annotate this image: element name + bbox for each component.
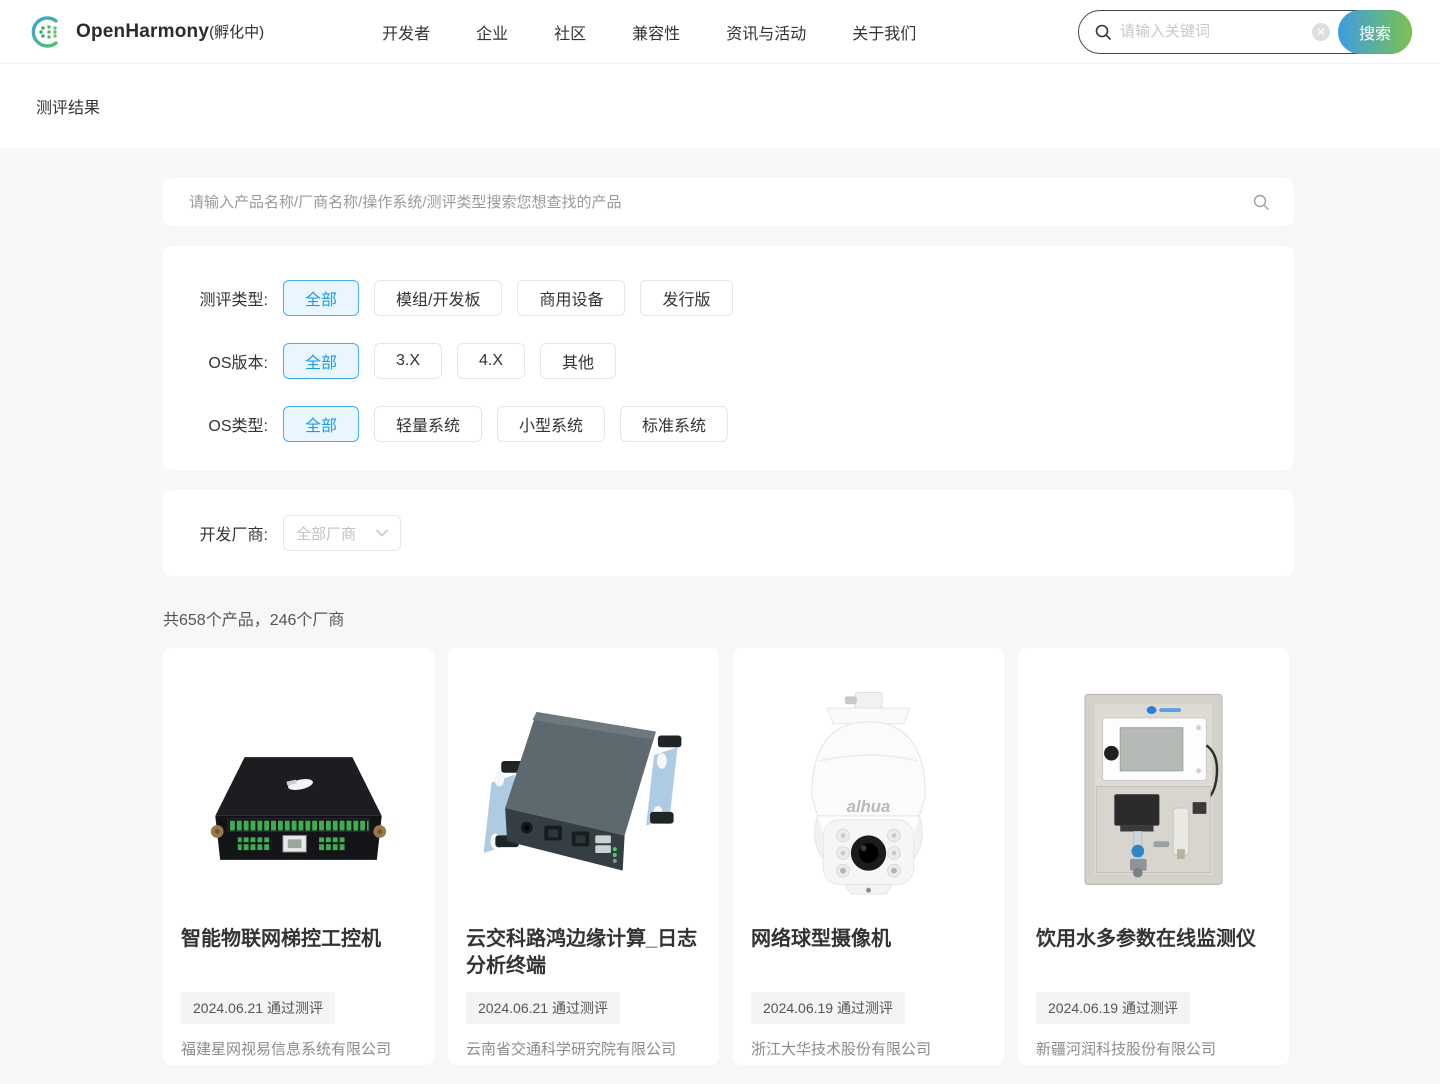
main-nav: 开发者 企业 社区 兼容性 资讯与活动 关于我们 [382,20,916,44]
filter-label: 测评类型: [163,286,268,310]
product-vendor: 浙江大华技术股份有限公司 [751,1038,986,1059]
search-icon [1094,23,1112,41]
product-vendor: 福建星网视易信息系统有限公司 [181,1038,416,1059]
product-image-edge-terminal [448,648,719,920]
vendor-dropdown[interactable]: 全部厂商 [283,515,401,551]
product-vendor: 新疆河润科技股份有限公司 [1036,1038,1271,1059]
status-badge: 2024.06.19 通过测评 [1036,992,1190,1024]
vendor-filter-label: 开发厂商: [163,521,268,545]
nav-item-compatibility[interactable]: 兼容性 [632,20,680,44]
chip-eval-type-commercial-device[interactable]: 商用设备 [517,280,625,316]
product-search-box [163,178,1294,226]
product-title: 饮用水多参数在线监测仪 [1036,926,1271,980]
status-badge: 2024.06.21 通过测评 [181,992,335,1024]
product-card[interactable]: 云交科路鸿边缘计算_日志分析终端 2024.06.21 通过测评 云南省交通科学… [448,648,719,1065]
status-badge: 2024.06.19 通过测评 [751,992,905,1024]
breadcrumb-bar: 测评结果 [0,64,1440,148]
chip-os-type-standard[interactable]: 标准系统 [620,406,728,442]
product-title: 云交科路鸿边缘计算_日志分析终端 [466,926,701,980]
chip-os-type-light[interactable]: 轻量系统 [374,406,482,442]
product-search-input[interactable] [187,193,1252,212]
product-title: 智能物联网梯控工控机 [181,926,416,980]
product-card[interactable]: alhua [733,648,1004,1065]
nav-item-community[interactable]: 社区 [554,20,586,44]
openharmony-logo[interactable]: OpenHarmony(孵化中) [28,13,264,51]
header-search-input[interactable] [1112,23,1312,40]
product-title: 网络球型摄像机 [751,926,986,980]
header-search-button[interactable]: 搜索 [1338,10,1412,54]
openharmony-logo-icon [28,13,66,51]
logo-text: OpenHarmony [76,21,209,42]
chip-os-version-3x[interactable]: 3.X [374,343,442,379]
chip-os-version-all[interactable]: 全部 [283,343,359,379]
product-card-grid: 智能物联网梯控工控机 2024.06.21 通过测评 福建星网视易信息系统有限公… [163,648,1294,1065]
top-navbar: OpenHarmony(孵化中) 开发者 企业 社区 兼容性 资讯与活动 关于我… [0,0,1440,64]
filter-row-os-version: OS版本: 全部 3.X 4.X 其他 [163,343,1294,379]
chip-os-version-other[interactable]: 其他 [540,343,616,379]
chip-eval-type-all[interactable]: 全部 [283,280,359,316]
chevron-down-icon [376,529,388,537]
clear-icon[interactable]: ✕ [1312,23,1330,41]
chip-eval-type-module-devboard[interactable]: 模组/开发板 [374,280,502,316]
chip-os-type-all[interactable]: 全部 [283,406,359,442]
chip-os-version-4x[interactable]: 4.X [457,343,525,379]
header-search-box: ✕ 搜索 [1078,10,1412,54]
chip-eval-type-distribution[interactable]: 发行版 [640,280,732,316]
nav-item-about-us[interactable]: 关于我们 [852,20,916,44]
filter-panel: 测评类型: 全部 模组/开发板 商用设备 发行版 OS版本: 全部 3.X 4.… [163,246,1294,470]
product-image-industrial-controller [163,648,434,920]
product-image-dome-camera: alhua [733,648,1004,920]
filter-label: OS版本: [163,349,268,373]
chip-os-type-small[interactable]: 小型系统 [497,406,605,442]
filter-row-eval-type: 测评类型: 全部 模组/开发板 商用设备 发行版 [163,280,1294,316]
product-vendor: 云南省交通科学研究院有限公司 [466,1038,701,1059]
nav-item-enterprise[interactable]: 企业 [476,20,508,44]
nav-item-news-events[interactable]: 资讯与活动 [726,20,806,44]
page-title: 测评结果 [36,94,100,118]
svg-text:alhua: alhua [847,796,890,815]
vendor-filter-panel: 开发厂商: 全部厂商 [163,490,1294,576]
status-badge: 2024.06.21 通过测评 [466,992,620,1024]
nav-item-developer[interactable]: 开发者 [382,20,430,44]
vendor-dropdown-value: 全部厂商 [296,523,356,544]
filter-label: OS类型: [163,412,268,436]
results-summary: 共658个产品，246个厂商 [163,606,1294,630]
search-icon[interactable] [1252,193,1270,211]
product-image-water-monitor [1018,648,1289,920]
logo-suffix: (孵化中) [209,24,264,41]
product-card[interactable]: 智能物联网梯控工控机 2024.06.21 通过测评 福建星网视易信息系统有限公… [163,648,434,1065]
product-card[interactable]: 饮用水多参数在线监测仪 2024.06.19 通过测评 新疆河润科技股份有限公司 [1018,648,1289,1065]
filter-row-os-type: OS类型: 全部 轻量系统 小型系统 标准系统 [163,406,1294,442]
main-content: 测评类型: 全部 模组/开发板 商用设备 发行版 OS版本: 全部 3.X 4.… [163,178,1294,1065]
